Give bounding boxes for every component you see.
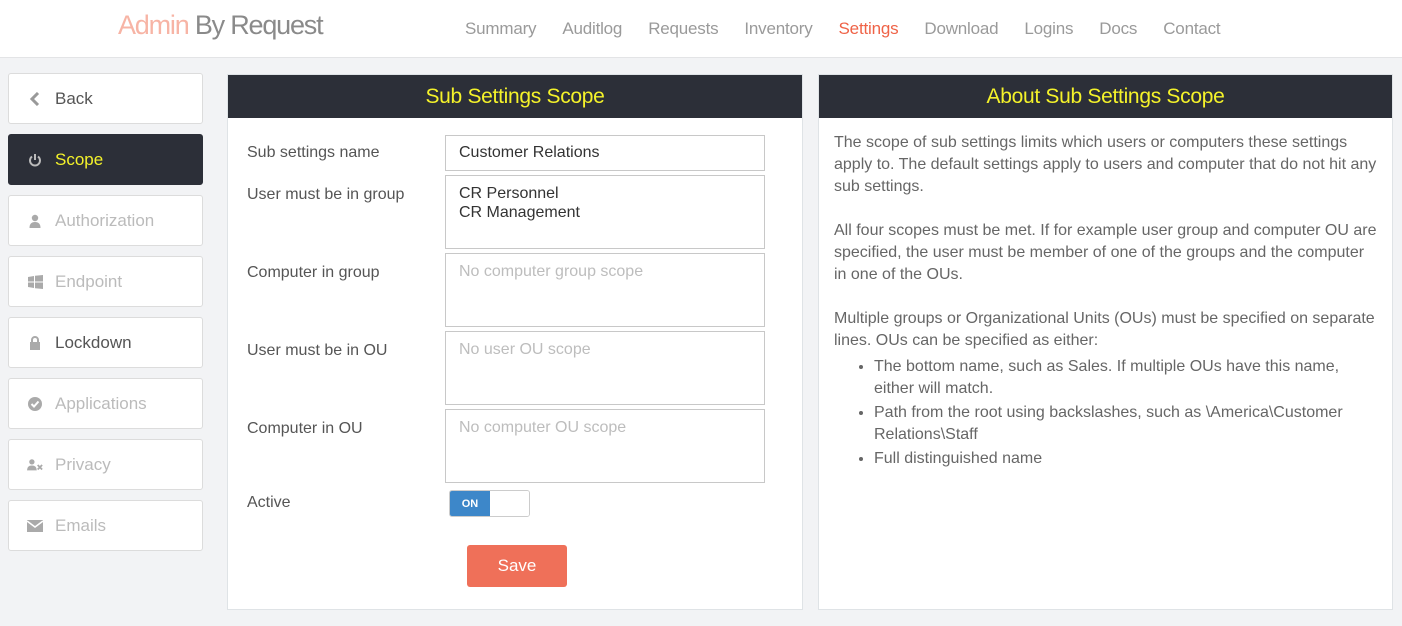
check-circle-icon [27, 396, 43, 412]
sidebar-item-label: Endpoint [55, 271, 123, 291]
nav-auditlog[interactable]: Auditlog [562, 19, 622, 39]
sidebar-item-authorization[interactable]: Authorization [8, 195, 203, 246]
scope-form-panel: Sub Settings Scope Sub settings name Use… [227, 74, 803, 610]
ou-format-list: The bottom name, such as Sales. If multi… [834, 356, 1377, 470]
toggle-on-label: ON [450, 491, 490, 516]
sidebar-item-label: Authorization [55, 210, 155, 230]
sidebar-item-lockdown[interactable]: Lockdown [8, 317, 203, 368]
about-paragraph: The scope of sub settings limits which u… [834, 134, 1377, 195]
user-icon [27, 213, 43, 229]
sidebar-item-scope[interactable]: Scope [8, 134, 203, 185]
computer-group-textarea[interactable] [445, 253, 765, 327]
label-active: Active [247, 494, 291, 511]
list-item: The bottom name, such as Sales. If multi… [874, 356, 1377, 400]
toggle-off-area [490, 491, 529, 516]
about-paragraph: All four scopes must be met. If for exam… [834, 222, 1377, 283]
active-toggle[interactable]: ON [449, 490, 530, 517]
logo-admin: Admin [118, 10, 190, 40]
label-computer-group: Computer in group [247, 264, 380, 281]
label-user-group: User must be in group [247, 186, 405, 203]
sidebar-item-label: Back [55, 88, 93, 108]
sidebar-item-back[interactable]: Back [8, 73, 203, 124]
label-user-ou: User must be in OU [247, 342, 388, 359]
sidebar-item-endpoint[interactable]: Endpoint [8, 256, 203, 307]
list-item: Full distinguished name [874, 448, 1377, 470]
about-paragraph: Multiple groups or Organizational Units … [834, 310, 1375, 349]
sidebar-item-label: Scope [55, 149, 104, 169]
nav-contact[interactable]: Contact [1163, 19, 1220, 39]
sidebar-item-label: Lockdown [55, 332, 132, 352]
computer-ou-textarea[interactable] [445, 409, 765, 483]
sidebar-item-label: Emails [55, 515, 107, 535]
power-icon [27, 152, 43, 168]
nav-download[interactable]: Download [924, 19, 998, 39]
sidebar-item-emails[interactable]: Emails [8, 500, 203, 551]
windows-icon [27, 274, 43, 290]
label-sub-settings-name: Sub settings name [247, 144, 380, 161]
user-times-icon [27, 457, 43, 473]
logo-by-request: By Request [188, 10, 324, 40]
about-content: The scope of sub settings limits which u… [819, 118, 1392, 486]
nav-requests[interactable]: Requests [648, 19, 718, 39]
sidebar-item-applications[interactable]: Applications [8, 378, 203, 429]
user-ou-textarea[interactable] [445, 331, 765, 405]
logo[interactable]: Admin By Request [118, 10, 324, 41]
nav-summary[interactable]: Summary [465, 19, 537, 39]
sidebar: Back Scope Authorization Endpoint Lockdo… [8, 73, 203, 561]
list-item: Path from the root using backslashes, su… [874, 402, 1377, 446]
top-navbar: Admin By Request Summary Auditlog Reques… [0, 0, 1402, 58]
nav-docs[interactable]: Docs [1099, 19, 1137, 39]
chevron-left-icon [27, 91, 43, 107]
panel-title: About Sub Settings Scope [819, 75, 1392, 118]
about-panel: About Sub Settings Scope The scope of su… [818, 74, 1393, 610]
label-computer-ou: Computer in OU [247, 420, 363, 437]
sub-settings-name-input[interactable] [445, 135, 765, 171]
envelope-icon [27, 518, 43, 534]
nav-settings[interactable]: Settings [839, 19, 899, 39]
save-button[interactable]: Save [467, 545, 567, 587]
sidebar-item-label: Privacy [55, 454, 111, 474]
main-nav: Summary Auditlog Requests Inventory Sett… [465, 19, 1246, 39]
nav-inventory[interactable]: Inventory [744, 19, 812, 39]
nav-logins[interactable]: Logins [1024, 19, 1073, 39]
panel-title: Sub Settings Scope [228, 75, 802, 118]
sidebar-item-label: Applications [55, 393, 147, 413]
lock-icon [27, 335, 43, 351]
user-group-textarea[interactable]: CR Personnel CR Management [445, 175, 765, 249]
sidebar-item-privacy[interactable]: Privacy [8, 439, 203, 490]
